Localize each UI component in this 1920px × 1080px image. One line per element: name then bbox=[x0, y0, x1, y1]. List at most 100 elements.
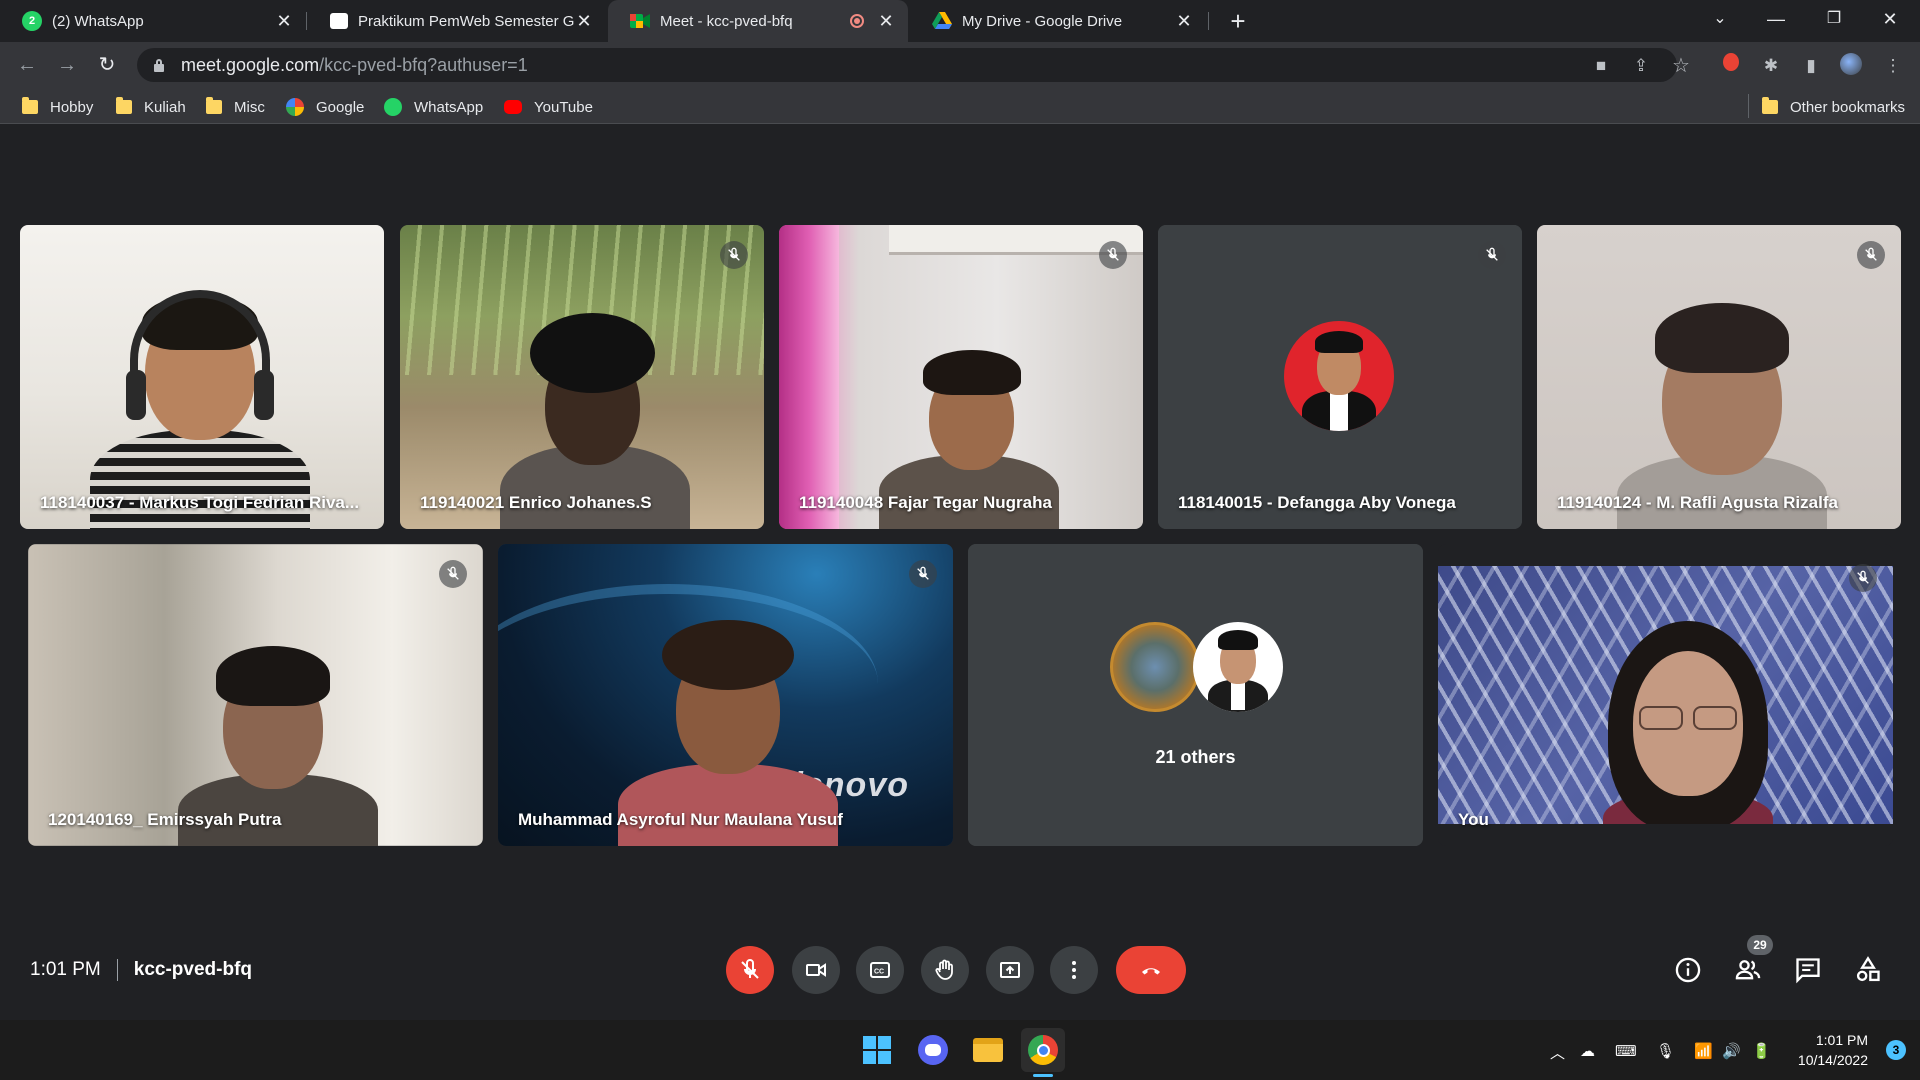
others-tile[interactable]: 21 others bbox=[968, 544, 1423, 846]
forward-icon[interactable]: → bbox=[52, 50, 82, 80]
participant-tile[interactable]: 119140048 Fajar Tegar Nugraha bbox=[779, 225, 1143, 529]
system-clock[interactable]: 1:01 PM 10/14/2022 bbox=[1798, 1030, 1868, 1070]
microphone-icon[interactable]: 🎙 bbox=[1656, 1042, 1675, 1060]
participant-name: 118140037 - Markus Togi Fedrian Riva... bbox=[40, 493, 360, 512]
close-icon[interactable]: ✕ bbox=[274, 11, 294, 32]
bookmark-other[interactable]: Other bookmarks bbox=[1762, 96, 1905, 118]
participant-figure bbox=[90, 280, 310, 529]
discord-icon[interactable] bbox=[911, 1028, 955, 1072]
tab-classroom[interactable]: Praktikum PemWeb Semester Ga ✕ bbox=[308, 0, 606, 42]
extension-icon[interactable] bbox=[1718, 53, 1744, 79]
onedrive-icon[interactable]: ☁ bbox=[1580, 1042, 1595, 1060]
meeting-code: kcc-pved-bfq bbox=[133, 959, 253, 980]
bookmark-label: YouTube bbox=[534, 98, 593, 116]
leave-call-button[interactable] bbox=[1116, 946, 1186, 994]
lock-icon[interactable] bbox=[153, 59, 165, 72]
menu-icon[interactable]: ⋮ bbox=[1880, 53, 1906, 79]
muted-indicator bbox=[439, 560, 467, 588]
bookmark-google[interactable]: Google bbox=[286, 96, 364, 118]
tab-title: My Drive - Google Drive bbox=[962, 12, 1123, 30]
participant-tile[interactable]: 118140037 - Markus Togi Fedrian Riva... bbox=[20, 225, 384, 529]
folder-icon bbox=[116, 97, 132, 114]
bookmark-label: Kuliah bbox=[144, 98, 186, 116]
mic-off-icon bbox=[741, 959, 759, 979]
tab-separator bbox=[1208, 12, 1209, 30]
info-icon bbox=[1675, 957, 1701, 983]
profile-avatar[interactable] bbox=[1838, 53, 1864, 79]
bookmark-kuliah[interactable]: Kuliah bbox=[116, 96, 186, 118]
participant-name: 119140048 Fajar Tegar Nugraha bbox=[799, 493, 1052, 512]
more-options-button[interactable] bbox=[1050, 946, 1098, 994]
share-icon[interactable]: ⇪ bbox=[1628, 53, 1654, 79]
tray-chevron-icon[interactable]: ︿ bbox=[1550, 1042, 1565, 1063]
file-explorer-icon[interactable] bbox=[966, 1028, 1010, 1072]
hand-icon bbox=[935, 959, 953, 980]
close-icon[interactable]: ✕ bbox=[574, 11, 594, 32]
participant-name: 118140015 - Defangga Aby Vonega bbox=[1178, 493, 1456, 512]
side-panel-icon[interactable]: ▮ bbox=[1798, 53, 1824, 79]
tab-search-icon[interactable]: ⌄ bbox=[1692, 0, 1748, 40]
chrome-icon[interactable] bbox=[1021, 1028, 1065, 1072]
tab-whatsapp[interactable]: 2 (2) WhatsApp ✕ bbox=[0, 0, 306, 42]
tab-drive[interactable]: My Drive - Google Drive ✕ bbox=[910, 0, 1206, 42]
reload-icon[interactable]: ↻ bbox=[92, 50, 122, 80]
meet-control-bar: 1:01 PM kcc-pved-bfq CC 29 bbox=[0, 935, 1920, 1005]
self-tile[interactable]: You bbox=[1438, 544, 1893, 846]
meeting-time: 1:01 PM bbox=[30, 959, 101, 980]
meeting-details-button[interactable] bbox=[1670, 952, 1706, 988]
captions-button[interactable]: CC bbox=[856, 946, 904, 994]
clock-date: 10/14/2022 bbox=[1797, 1052, 1868, 1068]
chat-button[interactable] bbox=[1790, 952, 1826, 988]
avatar bbox=[1110, 622, 1200, 712]
bookmark-label: Hobby bbox=[50, 98, 94, 116]
bookmark-whatsapp[interactable]: WhatsApp bbox=[384, 96, 483, 118]
whatsapp-icon bbox=[384, 98, 402, 116]
bookmark-youtube[interactable]: YouTube bbox=[504, 96, 593, 118]
svg-text:CC: CC bbox=[874, 969, 884, 976]
participant-tile[interactable]: 119140021 Enrico Johanes.S bbox=[400, 225, 764, 529]
muted-indicator bbox=[1478, 241, 1506, 269]
google-icon bbox=[286, 98, 304, 116]
puzzle-icon[interactable]: ✱ bbox=[1758, 53, 1784, 79]
bookmark-label: Google bbox=[316, 98, 365, 116]
phone-hangup-icon bbox=[1142, 968, 1160, 975]
notification-badge[interactable]: 3 bbox=[1886, 1040, 1906, 1060]
participant-tile[interactable]: 119140124 - M. Rafli Agusta Rizalfa bbox=[1537, 225, 1901, 529]
recording-icon bbox=[850, 14, 864, 28]
muted-indicator bbox=[720, 241, 748, 269]
close-icon[interactable]: ✕ bbox=[1174, 11, 1194, 32]
tab-strip: 2 (2) WhatsApp ✕ Praktikum PemWeb Semest… bbox=[0, 0, 1920, 42]
people-button[interactable] bbox=[1730, 952, 1766, 988]
address-bar[interactable]: meet.google.com/kcc-pved-bfq?authuser=1 bbox=[137, 48, 1677, 82]
minimize-button[interactable]: — bbox=[1748, 0, 1804, 40]
activities-button[interactable] bbox=[1850, 952, 1886, 988]
participant-tile[interactable]: lenovo Muhammad Asyroful Nur Maulana Yus… bbox=[498, 544, 953, 846]
close-window-button[interactable]: ✕ bbox=[1862, 0, 1918, 40]
bookmarks-divider bbox=[1748, 94, 1749, 118]
keyboard-icon[interactable]: ⌨ bbox=[1615, 1042, 1637, 1060]
raise-hand-button[interactable] bbox=[921, 946, 969, 994]
bookmark-star-icon[interactable]: ☆ bbox=[1668, 53, 1694, 79]
present-screen-button[interactable] bbox=[986, 946, 1034, 994]
new-tab-button[interactable]: + bbox=[1222, 6, 1254, 38]
tab-meet[interactable]: Meet - kcc-pved-bfq ✕ bbox=[608, 0, 908, 42]
mic-toggle-button[interactable] bbox=[726, 946, 774, 994]
muted-indicator bbox=[1099, 241, 1127, 269]
windows-start-icon[interactable] bbox=[855, 1028, 899, 1072]
bookmark-misc[interactable]: Misc bbox=[206, 96, 265, 118]
back-icon[interactable]: ← bbox=[12, 50, 42, 80]
battery-icon[interactable]: 🔋 bbox=[1752, 1042, 1771, 1060]
participant-tile[interactable]: 118140015 - Defangga Aby Vonega bbox=[1158, 225, 1522, 529]
close-icon[interactable]: ✕ bbox=[876, 11, 896, 32]
volume-icon[interactable]: 🔊 bbox=[1722, 1042, 1741, 1060]
participant-tile[interactable]: 120140169_ Emirssyah Putra bbox=[28, 544, 483, 846]
classroom-icon bbox=[330, 13, 348, 29]
folder-icon bbox=[1762, 97, 1778, 114]
bookmark-hobby[interactable]: Hobby bbox=[22, 96, 93, 118]
bookmark-label: Misc bbox=[234, 98, 265, 116]
camera-icon[interactable]: ■ bbox=[1588, 53, 1614, 79]
wifi-icon[interactable]: 📶 bbox=[1694, 1042, 1713, 1060]
camera-toggle-button[interactable] bbox=[792, 946, 840, 994]
muted-indicator bbox=[1857, 241, 1885, 269]
restore-button[interactable]: ❐ bbox=[1806, 0, 1862, 40]
